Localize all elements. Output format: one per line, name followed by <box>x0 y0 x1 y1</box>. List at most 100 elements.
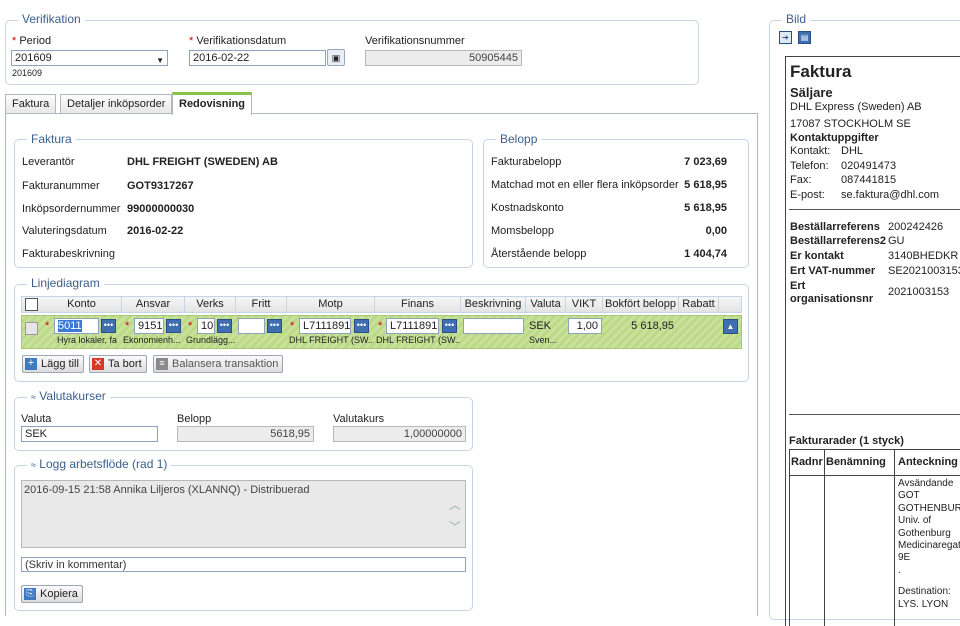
delete-icon: ✕ <box>92 358 104 371</box>
nummer-label: Verifikationsnummer <box>365 35 465 47</box>
valuta-value: SEK <box>529 320 552 332</box>
col-beskrivning[interactable]: Beskrivning <box>461 296 526 313</box>
calendar-icon[interactable]: ▣ <box>327 49 345 66</box>
valutakurs-field: 1,00000000 <box>333 426 466 442</box>
tab-redovisning[interactable]: Redovisning <box>172 92 253 115</box>
contact-value: 087441815 <box>841 174 897 186</box>
konto-sub: Hyra lokaler, fa <box>57 335 118 345</box>
scroll-down-icon[interactable]: ﹀ <box>449 518 461 535</box>
select-all-checkbox[interactable] <box>25 298 38 311</box>
col-fritt[interactable]: Fritt <box>236 296 287 313</box>
momsbelopp-value: 0,00 <box>705 225 727 237</box>
verks-field[interactable]: 10 <box>197 318 215 334</box>
col-rabatt[interactable]: Rabatt <box>679 296 719 313</box>
ref-value: SE2021003153 <box>888 265 960 277</box>
verifikation-legend: Verifikation <box>18 12 85 26</box>
ref-value: 2021003153 <box>888 286 950 298</box>
valuta-sub: Sven... <box>529 335 558 345</box>
ansvar-field[interactable]: 9151 <box>134 318 164 334</box>
required-marker: * <box>378 320 383 332</box>
valuta-field[interactable]: SEK <box>21 426 158 442</box>
ref-label: Ert organisationsnr <box>790 280 874 305</box>
copy-icon: ⎘ <box>24 588 36 601</box>
comment-input[interactable]: (Skriv in kommentar) <box>21 557 466 572</box>
collapse-icon[interactable]: ≈ <box>31 460 36 470</box>
note-line: Medicinaregatan <box>898 540 960 552</box>
note-line: GOTHENBURG <box>898 502 960 514</box>
period-select[interactable]: 201609 ▼ <box>11 50 168 66</box>
note-line: Avsändande <box>898 478 954 489</box>
nummer-field: 50905445 <box>365 50 522 66</box>
rows-header-line <box>789 475 960 476</box>
contact-value: 020491473 <box>841 160 897 172</box>
tab-faktura[interactable]: Faktura <box>5 94 57 114</box>
valuteringsdatum-label: Valuteringsdatum <box>22 225 107 237</box>
fakturabelopp-label: Fakturabelopp <box>491 156 562 168</box>
balance-icon: ≡ <box>156 358 168 371</box>
beskrivning-field[interactable] <box>463 318 524 334</box>
col-valuta[interactable]: Valuta <box>526 296 566 313</box>
note-line: . <box>898 564 901 576</box>
col-bokfort[interactable]: Bokfört belopp <box>603 296 679 313</box>
col-ansvar[interactable]: Ansvar <box>122 296 185 313</box>
col-divider <box>824 449 825 626</box>
finans-field[interactable]: L7111891 <box>386 318 439 334</box>
konto-lookup-icon[interactable]: ••• <box>101 319 116 333</box>
col-vikt[interactable]: VIKT <box>566 296 603 313</box>
datum-label: * Verifikationsdatum <box>189 35 287 47</box>
contact-heading: Kontaktuppgifter <box>790 132 879 144</box>
belopp-label: Belopp <box>177 413 212 425</box>
note-line: GOT <box>898 490 920 502</box>
konto-field[interactable]: 5011 <box>54 318 99 334</box>
fritt-lookup-icon[interactable]: ••• <box>267 319 282 333</box>
motp-lookup-icon[interactable]: ••• <box>354 319 369 333</box>
contact-value: se.faktura@dhl.com <box>841 189 939 201</box>
motp-field[interactable]: L7111891 <box>299 318 351 334</box>
bild-legend: Bild <box>782 12 811 26</box>
motp-sub: DHL FREIGHT (SW... <box>289 335 374 345</box>
required-marker: * <box>188 320 193 332</box>
ansvar-sub: Ekonomienh... <box>123 335 181 345</box>
col-motp[interactable]: Motp <box>287 296 375 313</box>
divider <box>789 209 960 210</box>
ref-label: Beställarreferens2 <box>790 235 887 247</box>
note-text: Avsändande GOT GOTHENBURG Univ. of Gothe… <box>898 478 960 611</box>
ansvar-lookup-icon[interactable]: ••• <box>166 319 181 333</box>
finans-lookup-icon[interactable]: ••• <box>442 319 457 333</box>
vikt-field[interactable]: 1,00 <box>568 318 602 334</box>
col-benamning: Benämning <box>826 456 886 468</box>
fakturabelopp-value: 7 023,69 <box>684 156 727 168</box>
contact-label: Telefon: <box>790 160 829 172</box>
linjediagram-legend: Linjediagram <box>27 276 104 290</box>
seller-name: DHL Express (Sweden) AB <box>790 101 922 113</box>
copy-button[interactable]: ⎘ Kopiera <box>21 585 83 603</box>
add-row-button[interactable]: + Lägg till <box>22 355 84 373</box>
col-verks[interactable]: Verks <box>185 296 236 313</box>
bokfort-value: 5 618,95 <box>631 320 674 332</box>
save-icon[interactable]: ▤ <box>798 31 811 44</box>
verks-lookup-icon[interactable]: ••• <box>217 319 232 333</box>
collapse-icon[interactable]: ≈ <box>31 392 36 402</box>
row-checkbox[interactable] <box>25 322 38 335</box>
contact-label: E-post: <box>790 189 825 201</box>
tab-detaljer[interactable]: Detaljer inköpsorder <box>60 94 173 114</box>
finans-sub: DHL FREIGHT (SW... <box>376 335 460 345</box>
logg-textarea: 2016-09-15 21:58 Annika Liljeros (XLANNQ… <box>21 480 466 548</box>
note-line: Destination: <box>898 586 951 598</box>
scroll-up-icon[interactable]: ▲ <box>723 319 738 334</box>
col-konto[interactable]: Konto <box>42 296 122 313</box>
inkopsorder-value: 99000000030 <box>127 203 195 215</box>
inkopsorder-label: Inköpsordernummer <box>22 203 121 215</box>
required-marker: * <box>290 320 295 332</box>
fritt-field[interactable] <box>238 318 265 334</box>
valuteringsdatum-value: 2016-02-22 <box>127 225 184 237</box>
invoice-image: Faktura Säljare DHL Express (Sweden) AB … <box>785 56 960 626</box>
seller-heading: Säljare <box>790 85 833 100</box>
remove-row-button[interactable]: ✕ Ta bort <box>89 355 147 373</box>
export-icon[interactable]: ➔ <box>779 31 792 44</box>
col-finans[interactable]: Finans <box>375 296 461 313</box>
scroll-up-icon[interactable]: ︿ <box>449 496 461 513</box>
datum-field[interactable]: 2016-02-22 <box>189 50 326 66</box>
balance-button[interactable]: ≡ Balansera transaktion <box>153 355 284 373</box>
aterstaende-value: 1 404,74 <box>684 248 727 260</box>
